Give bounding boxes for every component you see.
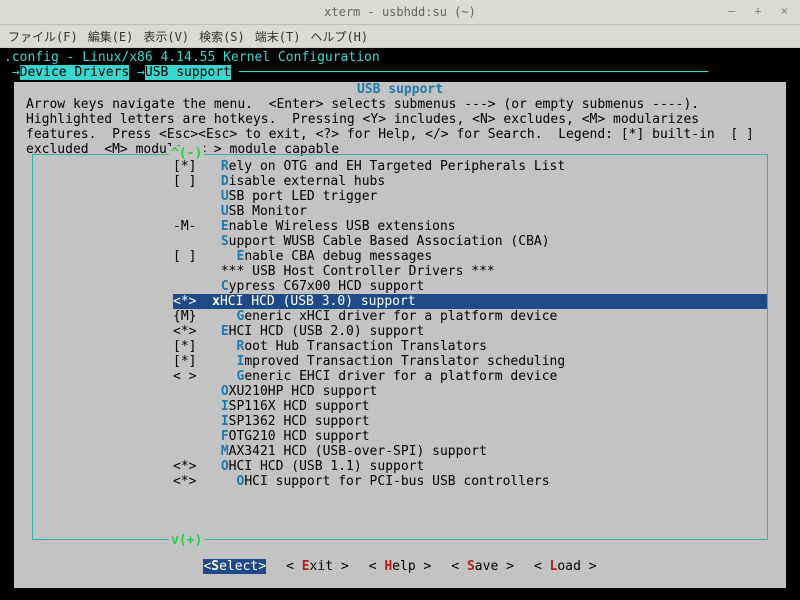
dialog-box: USB support Arrow keys navigate the menu… xyxy=(14,82,786,588)
config-option[interactable]: [*] Root Hub Transaction Translators xyxy=(173,339,767,354)
dialog-button[interactable]: <Select> xyxy=(203,559,266,574)
help-text: Arrow keys navigate the menu. <Enter> se… xyxy=(26,97,774,157)
titlebar[interactable]: xterm - usbhdd:su (~) – + × xyxy=(0,0,800,25)
window-title: xterm - usbhdd:su (~) xyxy=(324,5,476,19)
app-window: xterm - usbhdd:su (~) – + × ファイル(F) 編集(E)… xyxy=(0,0,800,600)
config-option[interactable]: <*> OHCI HCD (USB 1.1) support xyxy=(173,459,767,474)
menu-item[interactable]: ヘルプ(H) xyxy=(310,28,368,45)
dialog-button[interactable]: < Exit > xyxy=(286,559,349,574)
options-list[interactable]: [*] Rely on OTG and EH Targeted Peripher… xyxy=(33,159,767,535)
config-option[interactable]: MAX3421 HCD (USB-over-SPI) support xyxy=(173,444,767,459)
scroll-down-icon[interactable]: v(+) xyxy=(169,533,204,548)
config-option[interactable]: *** USB Host Controller Drivers *** xyxy=(173,264,767,279)
config-option[interactable]: <*> xHCI HCD (USB 3.0) support xyxy=(173,294,767,309)
config-option[interactable]: [ ] Disable external hubs xyxy=(173,174,767,189)
menu-item[interactable]: ファイル(F) xyxy=(8,28,78,45)
options-frame: ^(-) v(+) [*] Rely on OTG and EH Targete… xyxy=(32,154,768,540)
config-option[interactable]: <*> OHCI support for PCI-bus USB control… xyxy=(173,474,767,489)
config-option[interactable]: FOTG210 HCD support xyxy=(173,429,767,444)
config-option[interactable]: [*] Rely on OTG and EH Targeted Peripher… xyxy=(173,159,767,174)
config-option[interactable]: {M} Generic xHCI driver for a platform d… xyxy=(173,309,767,324)
config-option[interactable]: [ ] Enable CBA debug messages xyxy=(173,249,767,264)
menu-item[interactable]: 編集(E) xyxy=(88,28,134,45)
menu-item[interactable]: 端末(T) xyxy=(255,28,301,45)
config-option[interactable]: < > Generic EHCI driver for a platform d… xyxy=(173,369,767,384)
config-option[interactable]: ISP116X HCD support xyxy=(173,399,767,414)
dialog-button[interactable]: < Load > xyxy=(534,559,597,574)
section-title: USB support xyxy=(14,82,786,97)
config-option[interactable]: USB Monitor xyxy=(173,204,767,219)
config-option[interactable]: ISP1362 HCD support xyxy=(173,414,767,429)
window-controls[interactable]: – + × xyxy=(728,4,794,18)
dialog-button[interactable]: < Help > xyxy=(369,559,432,574)
terminal-area[interactable]: .config - Linux/x86 4.14.55 Kernel Confi… xyxy=(0,48,800,600)
button-bar: <Select> < Exit > < Help > < Save > < Load > xyxy=(14,559,786,574)
config-option[interactable]: OXU210HP HCD support xyxy=(173,384,767,399)
breadcrumb: →Device Drivers →USB support ───────────… xyxy=(4,65,796,80)
config-option[interactable]: [*] Improved Transaction Translator sche… xyxy=(173,354,767,369)
dialog-button[interactable]: < Save > xyxy=(451,559,514,574)
menu-item[interactable]: 検索(S) xyxy=(199,28,245,45)
config-option[interactable]: USB port LED trigger xyxy=(173,189,767,204)
menubar: ファイル(F) 編集(E) 表示(V) 検索(S) 端末(T) ヘルプ(H) xyxy=(0,25,800,48)
config-option[interactable]: Cypress C67x00 HCD support xyxy=(173,279,767,294)
config-option[interactable]: <*> EHCI HCD (USB 2.0) support xyxy=(173,324,767,339)
config-header: .config - Linux/x86 4.14.55 Kernel Confi… xyxy=(4,50,796,65)
config-option[interactable]: Support WUSB Cable Based Association (CB… xyxy=(173,234,767,249)
menu-item[interactable]: 表示(V) xyxy=(143,28,189,45)
config-option[interactable]: -M- Enable Wireless USB extensions xyxy=(173,219,767,234)
